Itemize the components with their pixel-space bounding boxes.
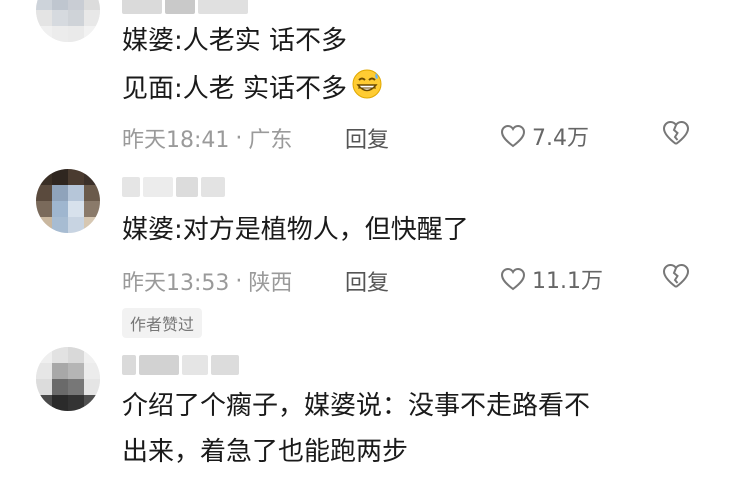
avatar[interactable] — [36, 347, 100, 411]
username-redacted[interactable] — [122, 355, 282, 375]
comment-time: 昨天13:53 — [122, 271, 230, 296]
dislike-button[interactable] — [662, 120, 690, 150]
author-liked-badge: 作者赞过 — [122, 308, 203, 338]
comment-3: 介绍了个瘸子，媒婆说：没事不走路看不 出来，着急了也能跑两步 — [0, 335, 729, 478]
reply-button[interactable]: 回复 — [345, 265, 389, 297]
comment-text-line-2: 见面:人老 实话不多 — [122, 68, 383, 111]
comment-location: 陕西 — [248, 271, 293, 296]
avatar[interactable] — [36, 169, 100, 233]
reply-button[interactable]: 回复 — [345, 122, 389, 154]
like-count: 7.4万 — [532, 126, 589, 151]
comment-meta: 昨天13:53 · 陕西 — [122, 265, 292, 297]
broken-heart-icon — [662, 120, 690, 145]
comment-meta: 昨天18:41 · 广东 — [122, 122, 292, 154]
username-redacted[interactable] — [122, 0, 282, 14]
like-button[interactable]: 7.4万 — [500, 120, 589, 152]
username-redacted[interactable] — [122, 177, 232, 197]
comment-text-line-1: 介绍了个瘸子，媒婆说：没事不走路看不 — [122, 391, 591, 421]
heart-icon — [500, 124, 526, 148]
comment-text-line-2: 出来，着急了也能跑两步 — [122, 437, 409, 467]
comment-time: 昨天18:41 — [122, 128, 230, 153]
like-count: 11.1万 — [532, 269, 603, 294]
comment-text-line-1: 媒婆:人老实 话不多 — [122, 26, 348, 56]
avatar[interactable] — [36, 0, 100, 42]
grinning-sweat-emoji — [351, 68, 383, 111]
like-button[interactable]: 11.1万 — [500, 263, 603, 295]
broken-heart-icon — [662, 263, 690, 288]
comment-location: 广东 — [248, 128, 293, 153]
meta-separator: · — [235, 125, 243, 151]
comment-text-line-1: 媒婆:对方是植物人，但快醒了 — [122, 215, 469, 245]
meta-separator: · — [235, 268, 243, 294]
comment-1: 媒婆:人老实 话不多 见面:人老 实话不多 昨天18:41 · 广东 回复 7.… — [0, 0, 729, 155]
dislike-button[interactable] — [662, 263, 690, 293]
comment-2: 媒婆:对方是植物人，但快醒了 昨天13:53 · 陕西 回复 11.1万 作者赞… — [0, 155, 729, 338]
heart-icon — [500, 267, 526, 291]
